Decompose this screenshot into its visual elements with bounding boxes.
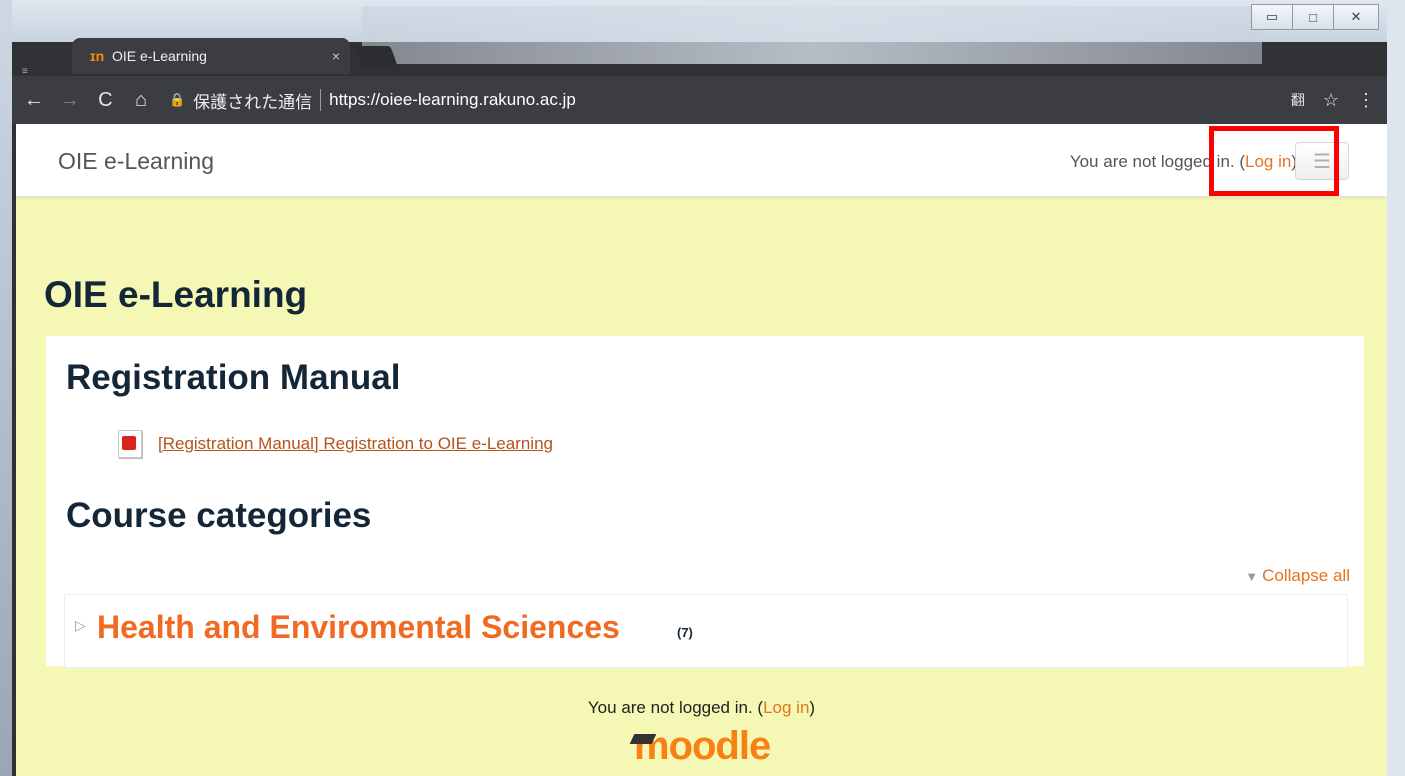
- pdf-icon: [118, 430, 142, 458]
- browser-toolbar: ← → C ⌂ 🔒 保護された通信 https://oiee-learning.…: [12, 76, 1387, 124]
- translate-icon[interactable]: 翻: [1291, 90, 1305, 110]
- footer-login-suffix: ): [809, 698, 816, 717]
- toolbar-actions: 翻 ☆ ⋮: [1291, 76, 1375, 124]
- tab-oie-elearning[interactable]: ɪn OIE e-Learning ×: [72, 38, 350, 74]
- moodle-logo[interactable]: moodle: [629, 724, 771, 769]
- course-categories-heading: Course categories: [66, 496, 372, 535]
- browser-window: ▭ □ ✕ ≡ ɪn OIE e-Learning × ← → C ⌂ 🔒 保護…: [12, 0, 1387, 776]
- desktop-background-left: [0, 0, 12, 776]
- maximize-button[interactable]: □: [1292, 4, 1334, 30]
- address-separator: [320, 89, 322, 111]
- collapse-all-link[interactable]: ▼ Collapse all: [1245, 566, 1350, 586]
- category-count: (7): [677, 625, 693, 640]
- category-link[interactable]: Health and Enviromental Sciences: [97, 609, 620, 646]
- login-highlight-box: [1209, 126, 1339, 196]
- minimize-button[interactable]: ▭: [1251, 4, 1293, 30]
- back-icon[interactable]: ←: [20, 89, 48, 112]
- footer-login-link[interactable]: Log in: [763, 698, 809, 717]
- moodle-favicon-icon: ɪn: [90, 48, 105, 64]
- collapse-triangle-icon: ▼: [1245, 569, 1259, 584]
- tab-strip: ≡ ɪn OIE e-Learning ×: [12, 28, 1387, 77]
- lock-icon[interactable]: 🔒: [169, 92, 185, 108]
- site-navbar: OIE e-Learning You are not logged in. (L…: [16, 124, 1387, 197]
- site-brand[interactable]: OIE e-Learning: [58, 148, 214, 175]
- window-controls: ▭ □ ✕: [1251, 4, 1379, 30]
- collapse-all-label: Collapse all: [1262, 566, 1350, 585]
- expand-arrow-icon[interactable]: ▷: [75, 617, 86, 634]
- chrome-menu-icon[interactable]: ⋮: [1357, 90, 1375, 111]
- address-bar[interactable]: 🔒 保護された通信 https://oiee-learning.rakuno.a…: [169, 85, 1387, 115]
- reload-icon[interactable]: C: [91, 89, 119, 112]
- footer-login-prefix: You are not logged in. (: [587, 698, 764, 717]
- registration-manual-link[interactable]: [Registration Manual] Registration to OI…: [158, 434, 553, 454]
- page-viewport: OIE e-Learning You are not logged in. (L…: [16, 124, 1387, 776]
- moodle-logo-text: moodle: [634, 724, 771, 768]
- registration-heading: Registration Manual: [66, 358, 401, 397]
- secure-connection-label: 保護された通信: [193, 92, 313, 112]
- url-text[interactable]: https://oiee-learning.rakuno.ac.jp: [329, 90, 576, 110]
- tab-close-icon[interactable]: ×: [322, 48, 350, 64]
- home-icon[interactable]: ⌂: [127, 89, 155, 112]
- bookmark-star-icon[interactable]: ☆: [1323, 90, 1339, 111]
- desktop-background-right: [1387, 0, 1405, 776]
- category-item: ▷ Health and Enviromental Sciences (7): [64, 594, 1348, 668]
- main-content: Registration Manual [Registration Manual…: [46, 336, 1364, 668]
- tab-title: OIE e-Learning: [112, 48, 207, 64]
- forward-icon[interactable]: →: [56, 89, 84, 112]
- moodle-cap-icon: [629, 734, 657, 744]
- footer-login-info: You are not logged in. (Log in): [16, 698, 1387, 718]
- page-title: OIE e-Learning: [44, 274, 308, 315]
- close-window-button[interactable]: ✕: [1333, 4, 1379, 30]
- registration-file-row: [Registration Manual] Registration to OI…: [118, 430, 553, 458]
- new-tab-button[interactable]: [354, 46, 398, 66]
